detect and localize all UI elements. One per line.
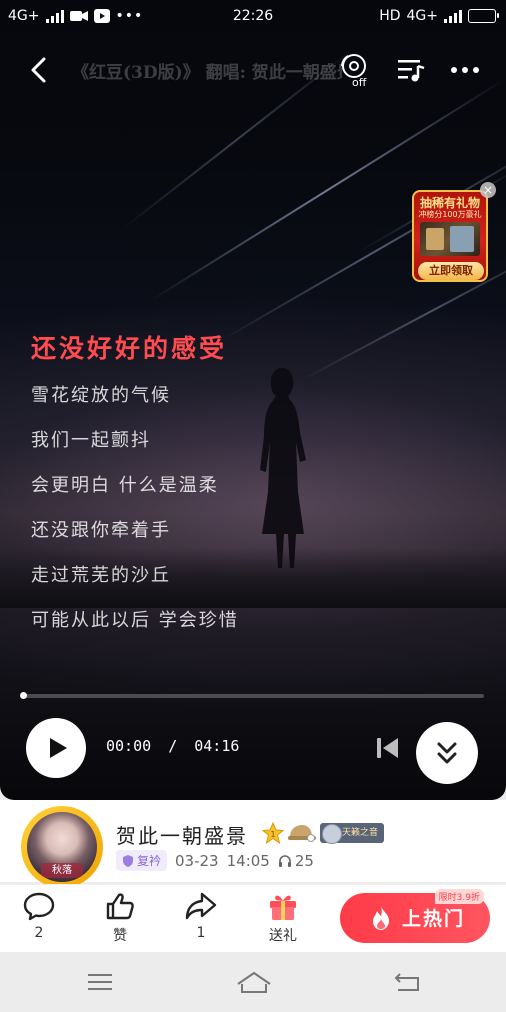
ad-claim-button[interactable]: 立即领取	[418, 262, 484, 280]
ad-close-icon[interactable]: ×	[480, 182, 496, 198]
thumbs-up-icon	[106, 893, 134, 920]
action-bar: 2 赞 1 送礼 上热门 限时3.9折	[0, 884, 506, 952]
player-background: 4G+ ••• 22:26 HD 4G+ 《红豆(3D版)》 翻唱: 贺此一朝盛…	[0, 0, 506, 800]
lyric-line: 我们一起颤抖	[31, 430, 151, 451]
progress-bar[interactable]	[20, 692, 484, 699]
like-button[interactable]: 赞	[95, 891, 145, 949]
network-label-right: 4G+	[406, 8, 439, 24]
author-info: 秋落 贺此一朝盛景 1 天籁之音 复衿 03-23 14:05 25	[0, 800, 506, 888]
flame-icon	[373, 906, 389, 930]
ad-image	[420, 222, 480, 256]
comment-button[interactable]: 2	[14, 891, 64, 949]
back-arrow-icon[interactable]	[24, 54, 56, 86]
time-separator: /	[168, 737, 178, 755]
lyric-line-current: 还没好好的感受	[31, 334, 228, 363]
lyric-line: 会更明白 什么是温柔	[31, 475, 219, 496]
avatar-tag: 秋落	[41, 863, 83, 878]
avatar-image: 秋落	[27, 812, 97, 882]
play-icon	[50, 738, 67, 758]
star-badge-icon: 1	[262, 822, 284, 844]
collapse-button[interactable]	[416, 722, 478, 784]
vinyl-toggle-icon[interactable]: off	[338, 52, 372, 88]
screen: 4G+ ••• 22:26 HD 4G+ 《红豆(3D版)》 翻唱: 贺此一朝盛…	[0, 0, 506, 1012]
shield-icon	[123, 854, 133, 867]
hat-badge-icon	[288, 825, 316, 842]
lyrics-panel: 还没好好的感受 雪花绽放的气候 我们一起颤抖 会更明白 什么是温柔 还没跟你牵着…	[31, 330, 431, 643]
comment-count: 2	[34, 925, 44, 941]
double-chevron-down-icon	[437, 742, 457, 764]
post-time: 14:05	[226, 851, 270, 870]
gift-icon	[270, 895, 296, 920]
total-time: 04:16	[194, 737, 240, 755]
share-count: 1	[196, 925, 206, 941]
battery-icon	[468, 9, 499, 23]
vinyl-off-label: off	[352, 76, 367, 88]
title-badge: 天籁之音	[320, 823, 385, 844]
svg-text:1: 1	[271, 830, 276, 839]
headphone-icon	[278, 854, 291, 867]
lyric-line: 还没跟你牵着手	[31, 520, 171, 541]
lyric-line: 可能从此以后 学会珍惜	[31, 610, 239, 631]
progress-knob[interactable]	[20, 692, 27, 699]
share-arrow-icon	[185, 892, 217, 920]
hd-label: HD	[379, 8, 401, 24]
song-title: 《红豆(3D版)》 翻唱: 贺此一朝盛景	[72, 63, 342, 83]
home-icon[interactable]	[235, 970, 273, 994]
promote-hot-label: 上热门	[402, 908, 466, 930]
like-label: 赞	[113, 928, 127, 944]
time-display: 00:00 / 04:16	[106, 737, 239, 755]
previous-track-icon[interactable]	[374, 735, 400, 761]
post-date: 03-23	[175, 851, 219, 870]
ad-subline: 冲榜分100万豪礼	[418, 210, 482, 219]
author-badges: 1 天籁之音	[262, 822, 385, 844]
system-nav-bar	[0, 952, 506, 1012]
listen-count: 25	[278, 852, 314, 870]
menu-icon[interactable]	[82, 970, 118, 994]
current-time: 00:00	[106, 737, 152, 755]
lyric-line: 走过荒芜的沙丘	[31, 565, 171, 586]
avatar[interactable]: 秋落	[21, 806, 103, 888]
play-button[interactable]	[26, 718, 86, 778]
lyric-line: 雪花绽放的气候	[31, 385, 171, 406]
more-options-icon[interactable]	[448, 56, 482, 84]
gift-label: 送礼	[269, 928, 297, 944]
status-chip: 复衿	[116, 850, 168, 871]
promo-badge: 限时3.9折	[434, 889, 484, 904]
post-meta: 复衿 03-23 14:05 25	[116, 850, 314, 871]
gift-button[interactable]: 送礼	[258, 891, 308, 949]
share-button[interactable]: 1	[176, 891, 226, 949]
gift-ad-widget[interactable]: 抽稀有礼物 冲榜分100万豪礼 立即领取 ×	[412, 182, 496, 282]
promote-hot-button[interactable]: 上热门 限时3.9折	[340, 889, 490, 943]
signal-icon	[444, 9, 462, 23]
top-nav: 《红豆(3D版)》 翻唱: 贺此一朝盛景 off	[0, 48, 506, 92]
author-name[interactable]: 贺此一朝盛景	[116, 820, 248, 849]
back-nav-icon[interactable]	[390, 970, 426, 994]
status-chip-label: 复衿	[137, 854, 162, 868]
status-bar: 4G+ ••• 22:26 HD 4G+	[0, 0, 506, 34]
comment-icon	[23, 892, 55, 921]
playlist-icon[interactable]	[396, 56, 426, 84]
listen-count-value: 25	[294, 851, 314, 870]
